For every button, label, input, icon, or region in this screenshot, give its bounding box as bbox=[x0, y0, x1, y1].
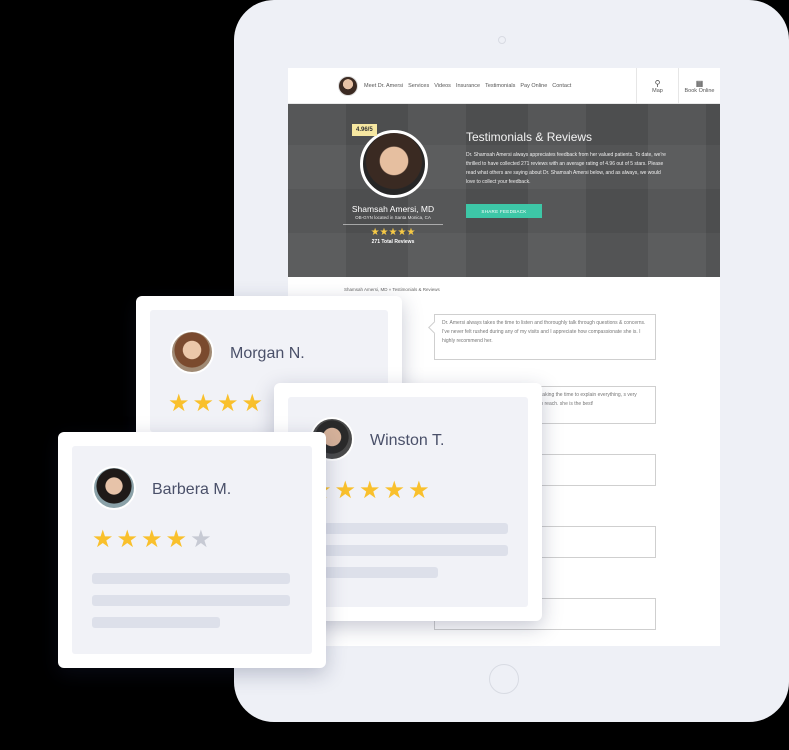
hero-description: Dr. Shamsah Amersi always appreciates fe… bbox=[466, 152, 666, 185]
star-icon: ★ bbox=[359, 477, 384, 504]
star-rating: ★★★★★ bbox=[92, 528, 215, 552]
doctor-avatar-small[interactable] bbox=[338, 76, 358, 96]
review-card-barbera: Barbera M. ★★★★★ bbox=[58, 432, 326, 668]
map-pin-icon: ⚲ bbox=[654, 78, 661, 88]
nav-map-button[interactable]: ⚲ Map bbox=[636, 68, 678, 104]
nav-map-label: Map bbox=[652, 87, 663, 94]
page-title: Testimonials & Reviews bbox=[466, 130, 593, 144]
text-placeholder bbox=[324, 523, 508, 534]
star-icon: ★ bbox=[141, 526, 166, 553]
star-icon: ★ bbox=[383, 477, 409, 504]
avatar bbox=[92, 466, 136, 510]
review-text: Dr. Amersi always takes the time to list… bbox=[442, 320, 646, 344]
nav-book-online-button[interactable]: ▦ Book Online bbox=[678, 68, 720, 104]
review-box: Dr. Amersi always takes the time to list… bbox=[434, 314, 656, 360]
review-text: aring, taking the time to explain everyt… bbox=[527, 392, 637, 407]
total-reviews: 271 Total Reviews bbox=[371, 239, 415, 245]
text-placeholder bbox=[92, 573, 290, 584]
star-icon: ★ bbox=[334, 477, 360, 504]
nav-link-videos[interactable]: Videos bbox=[434, 83, 451, 89]
doctor-name: Shamsah Amersi, MD bbox=[351, 204, 435, 214]
doctor-subtitle: OB-GYN located in Santa Monica, CA bbox=[355, 215, 431, 220]
star-icon: ★ bbox=[241, 390, 267, 417]
star-icon: ★ bbox=[192, 390, 218, 417]
nav-book-label: Book Online bbox=[684, 87, 715, 94]
star-icon: ★ bbox=[116, 526, 142, 553]
divider bbox=[343, 224, 443, 225]
nav-link-insurance[interactable]: Insurance bbox=[456, 83, 480, 89]
star-icon: ★ bbox=[408, 477, 433, 504]
avatar bbox=[170, 330, 214, 374]
star-icon: ★ bbox=[165, 526, 191, 553]
share-feedback-button[interactable]: SHARE FEEDBACK bbox=[466, 204, 542, 218]
reviewer-name: Winston T. bbox=[370, 432, 445, 449]
home-button[interactable] bbox=[489, 664, 519, 694]
star-icon: ★ bbox=[217, 390, 242, 417]
camera-icon bbox=[498, 36, 506, 44]
star-rating: ★★★★★ bbox=[310, 479, 433, 503]
text-placeholder bbox=[92, 595, 290, 606]
nav-link-testimonials[interactable]: Testimonials bbox=[485, 83, 515, 89]
reviewer-name: Morgan N. bbox=[230, 345, 305, 362]
nav-link-pay-online[interactable]: Pay Online bbox=[520, 83, 547, 89]
hero-banner: 4.96/5 Shamsah Amersi, MD OB-GYN located… bbox=[288, 104, 720, 277]
nav-links: Meet Dr. Amersi Services Videos Insuranc… bbox=[364, 83, 571, 89]
star-icon: ★ bbox=[92, 526, 117, 553]
doctor-stars: ★★★★★ bbox=[370, 227, 416, 238]
text-placeholder bbox=[324, 545, 508, 556]
doctor-photo bbox=[360, 130, 428, 198]
text-placeholder bbox=[92, 617, 220, 628]
nav-link-meet[interactable]: Meet Dr. Amersi bbox=[364, 83, 403, 89]
rating-badge: 4.96/5 bbox=[352, 124, 377, 136]
star-icon: ★ bbox=[168, 390, 193, 417]
breadcrumb[interactable]: Shamsah Amersi, MD » Testimonials & Revi… bbox=[344, 287, 440, 292]
nav-link-services[interactable]: Services bbox=[408, 83, 429, 89]
site-nav: Meet Dr. Amersi Services Videos Insuranc… bbox=[288, 68, 720, 104]
star-empty-icon: ★ bbox=[190, 526, 215, 553]
calendar-icon: ▦ bbox=[695, 78, 704, 88]
text-placeholder bbox=[324, 567, 438, 578]
nav-right: ⚲ Map ▦ Book Online bbox=[636, 68, 720, 104]
star-rating: ★★★★ bbox=[168, 392, 266, 416]
nav-link-contact[interactable]: Contact bbox=[552, 83, 571, 89]
reviewer-name: Barbera M. bbox=[152, 481, 232, 498]
